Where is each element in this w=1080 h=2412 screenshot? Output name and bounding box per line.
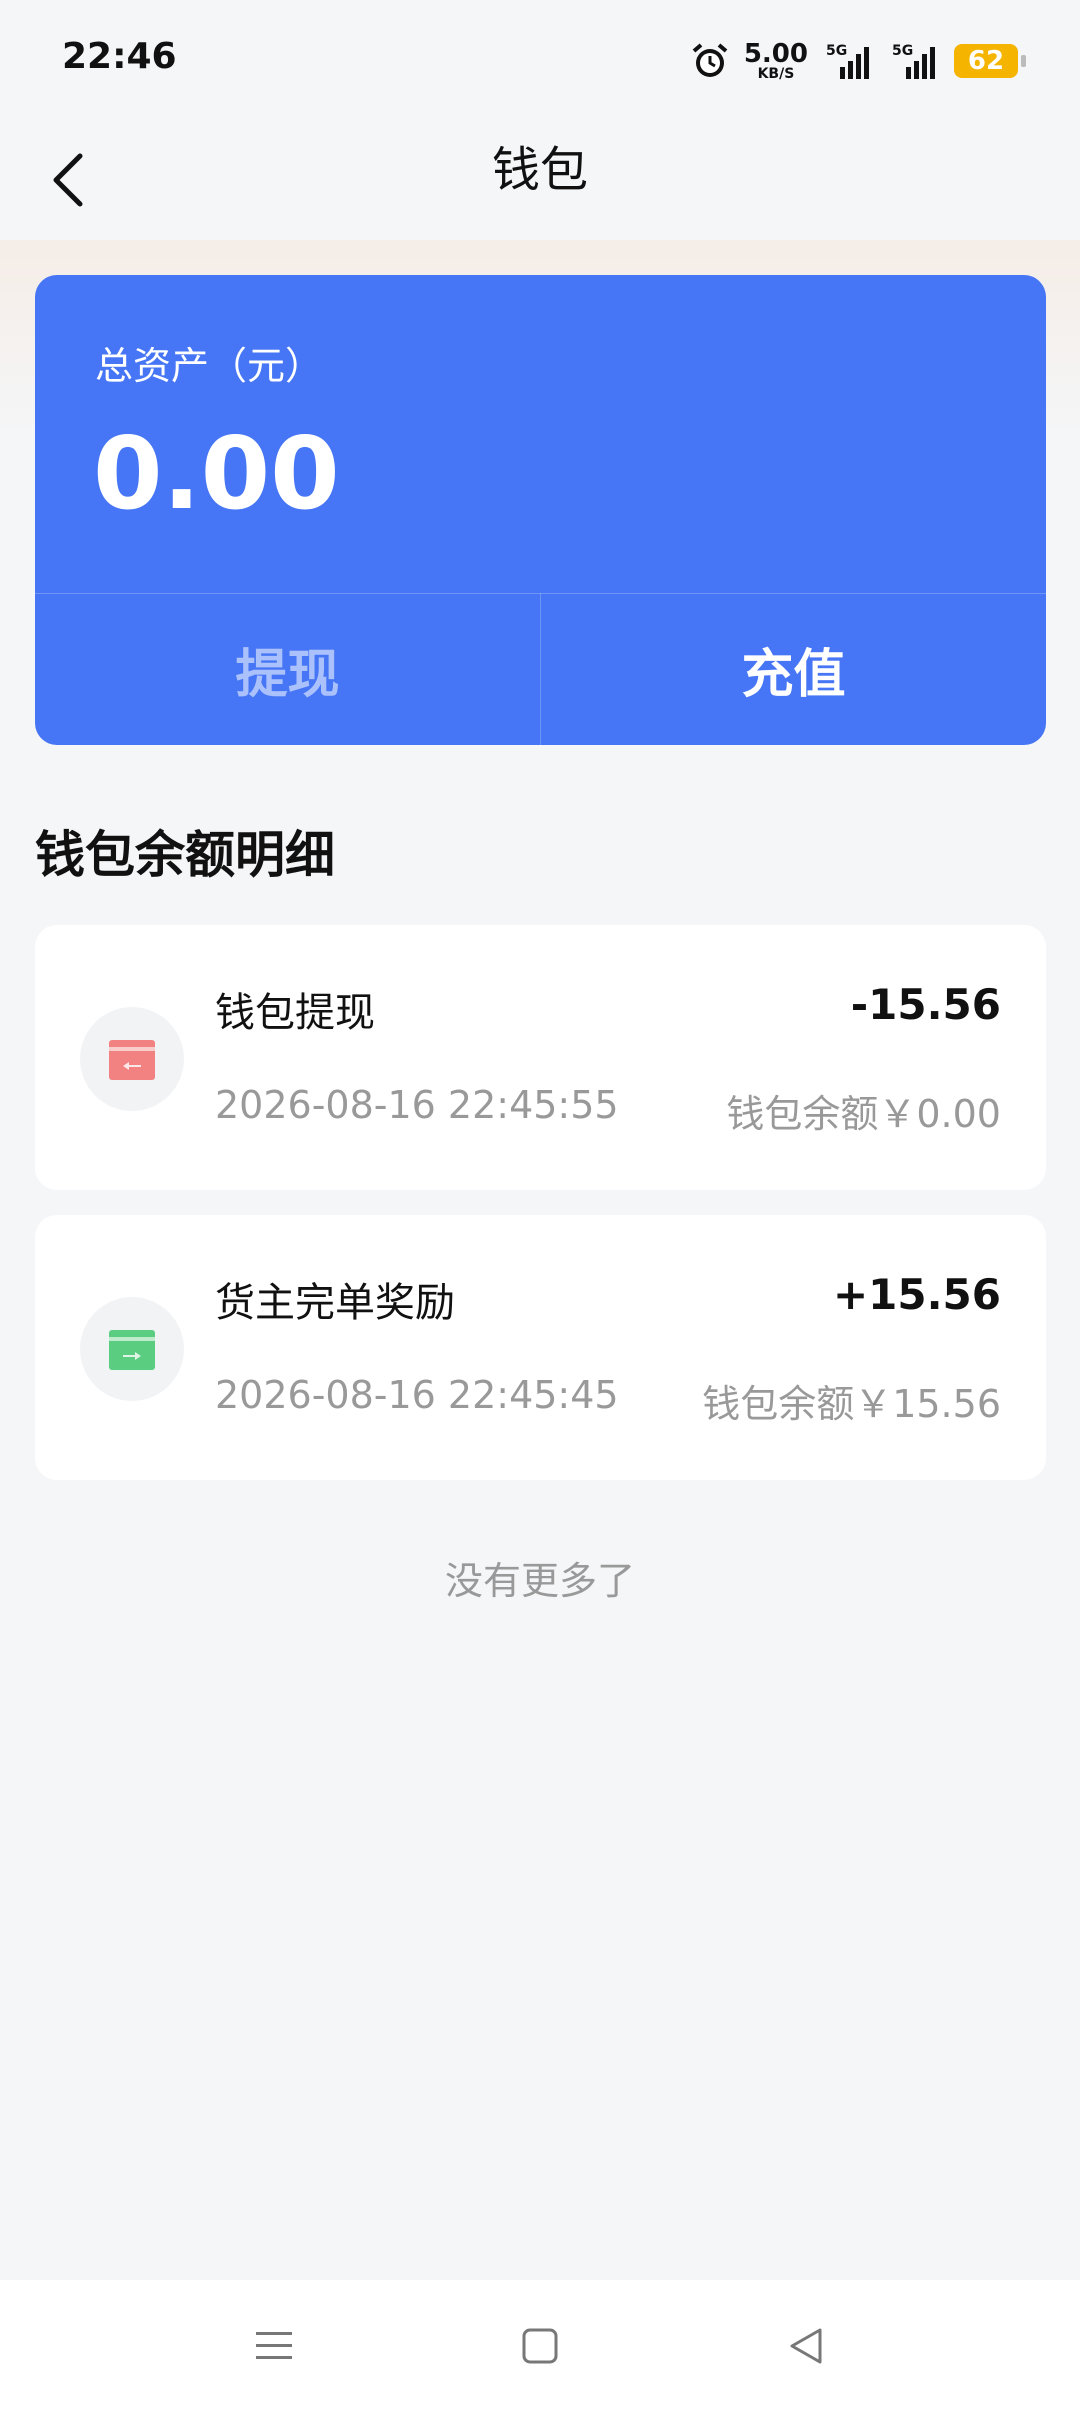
back-triangle-icon[interactable] — [784, 2324, 828, 2368]
status-icons: 5.00 KB/S 5G 5G 62 — [690, 36, 1026, 86]
section-title: 钱包余额明细 — [35, 826, 335, 884]
battery-indicator: 62 — [954, 44, 1026, 78]
signal-5g-icon: 5G — [826, 43, 869, 79]
alarm-icon — [692, 43, 728, 77]
battery-level: 62 — [967, 46, 1005, 76]
list-item[interactable]: 钱包提现 -15.56 2026-08-16 22:45:55 钱包余额￥0.0… — [35, 925, 1046, 1190]
net-speed-unit: KB/S — [757, 66, 795, 82]
signal-2-label: 5G — [892, 43, 913, 59]
reward-card-icon — [80, 1297, 184, 1401]
signal-5g-icon: 5G — [892, 43, 935, 79]
transaction-amount: +15.56 — [832, 1270, 1001, 1319]
withdraw-button[interactable]: 提现 — [35, 593, 540, 745]
transaction-amount: -15.56 — [850, 980, 1001, 1029]
status-bar: 22:46 5.00 KB/S 5G 5G 62 — [0, 0, 1080, 120]
transaction-balance: 钱包余额￥15.56 — [702, 1382, 1001, 1426]
system-nav-bar — [0, 2280, 1080, 2412]
transaction-title: 钱包提现 — [215, 990, 375, 1036]
asset-card: 总资产（元） 0.00 提现 充值 — [35, 275, 1046, 745]
transaction-balance: 钱包余额￥0.00 — [726, 1092, 1001, 1136]
list-item[interactable]: 货主完单奖励 +15.56 2026-08-16 22:45:45 钱包余额￥1… — [35, 1215, 1046, 1480]
transaction-title: 货主完单奖励 — [215, 1280, 455, 1326]
no-more-text: 没有更多了 — [444, 1559, 635, 1603]
asset-value: 0.00 — [93, 415, 340, 532]
home-square-icon[interactable] — [518, 2324, 562, 2368]
withdraw-card-icon — [80, 1007, 184, 1111]
net-speed: 5.00 KB/S — [744, 41, 808, 81]
transaction-time: 2026-08-16 22:45:55 — [215, 1083, 619, 1127]
signal-1-label: 5G — [826, 43, 847, 59]
asset-label: 总资产（元） — [95, 344, 324, 388]
transaction-time: 2026-08-16 22:45:45 — [215, 1373, 619, 1417]
menu-icon[interactable] — [252, 2324, 296, 2368]
page-title: 钱包 — [491, 142, 588, 198]
recharge-button[interactable]: 充值 — [541, 593, 1046, 745]
status-time: 22:46 — [62, 36, 177, 77]
net-speed-value: 5.00 — [743, 39, 808, 69]
